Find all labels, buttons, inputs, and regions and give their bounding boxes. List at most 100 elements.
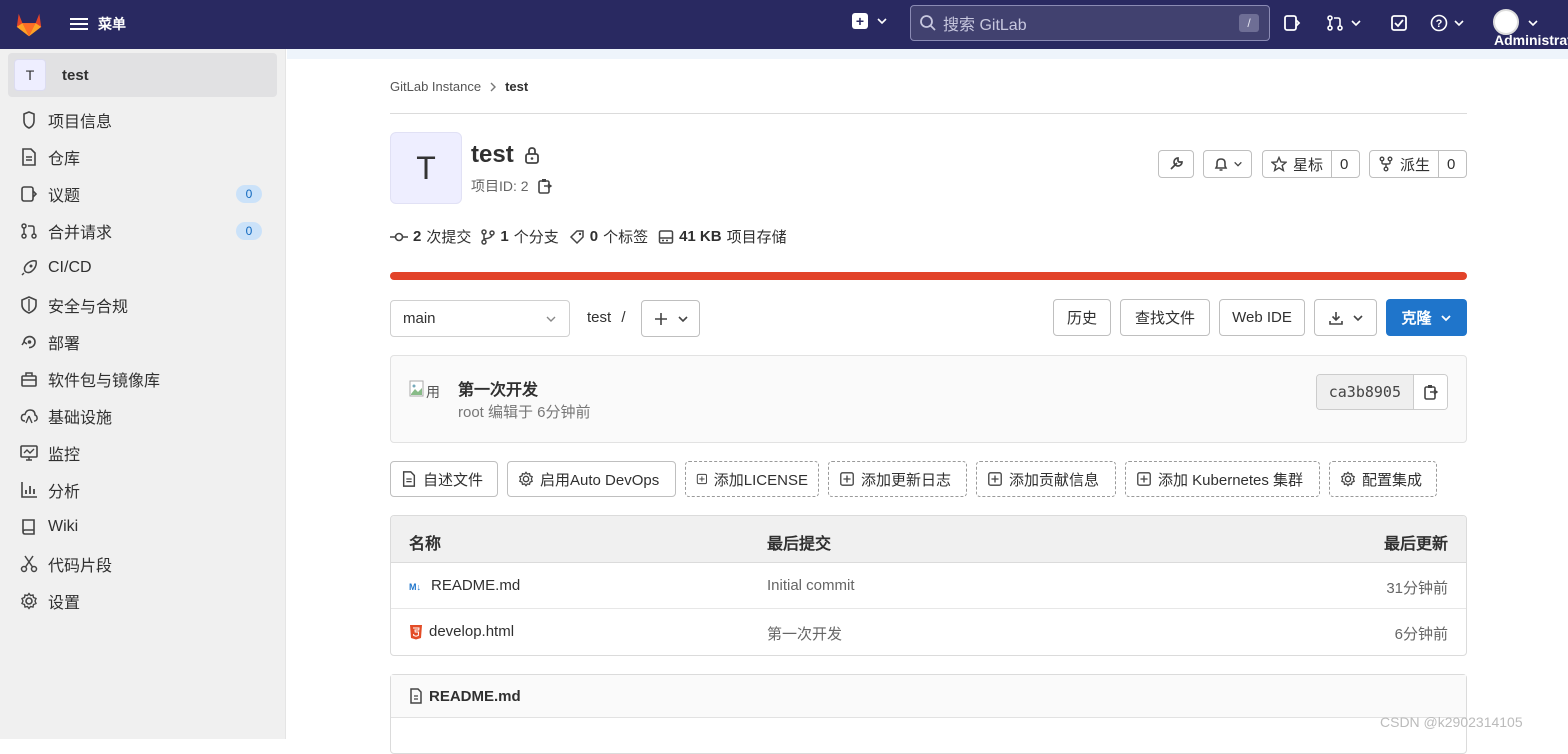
chevron-down-icon bbox=[877, 18, 887, 25]
table-row[interactable]: develop.html 第一次开发 6分钟前 bbox=[391, 609, 1466, 655]
todo-icon[interactable] bbox=[1390, 14, 1408, 32]
sidebar-project-header[interactable]: T test bbox=[8, 53, 277, 97]
commits-stat[interactable]: 2 次提交 bbox=[390, 226, 471, 247]
repo-path-separator: / bbox=[621, 309, 626, 326]
main-menu-button[interactable]: 菜单 bbox=[70, 12, 126, 36]
sidebar-item-label: 软件包与镜像库 bbox=[48, 373, 161, 390]
file-last-commit[interactable]: 第一次开发 bbox=[767, 623, 842, 644]
sidebar-item[interactable]: 议题 0 bbox=[20, 179, 270, 209]
tags-count: 0 bbox=[589, 228, 599, 245]
breadcrumb-root-link[interactable]: GitLab Instance bbox=[390, 79, 481, 94]
add-file-dropdown[interactable] bbox=[641, 300, 700, 337]
star-count[interactable]: 0 bbox=[1331, 151, 1356, 177]
readme-header: README.md bbox=[391, 675, 1466, 718]
sidebar-item[interactable]: 设置 bbox=[20, 586, 270, 616]
readme-title[interactable]: README.md bbox=[429, 688, 521, 705]
quick-action-button[interactable]: 添加LICENSE bbox=[685, 461, 819, 497]
history-button[interactable]: 历史 bbox=[1053, 299, 1111, 336]
file-name-cell[interactable]: develop.html bbox=[409, 623, 514, 640]
project-title: test bbox=[471, 141, 540, 169]
plus-square-icon bbox=[696, 473, 707, 485]
file-last-update: 6分钟前 bbox=[1394, 626, 1448, 643]
search-shortcut-hint: / bbox=[1239, 14, 1259, 32]
package-icon bbox=[21, 372, 37, 387]
branch-icon bbox=[481, 228, 496, 245]
help-dropdown[interactable]: ? bbox=[1430, 14, 1465, 32]
quick-action-button[interactable]: 启用Auto DevOps bbox=[507, 461, 676, 497]
table-row[interactable]: M↓ README.md Initial commit 31分钟前 bbox=[391, 563, 1466, 609]
sidebar-item-label: 代码片段 bbox=[48, 558, 113, 575]
copy-icon[interactable] bbox=[537, 177, 553, 195]
fork-count[interactable]: 0 bbox=[1438, 151, 1463, 177]
sidebar-item[interactable]: 监控 bbox=[20, 438, 270, 468]
deploy-icon bbox=[21, 335, 36, 349]
sidebar-item-label: 部署 bbox=[48, 336, 81, 353]
breadcrumb-current[interactable]: test bbox=[505, 79, 528, 94]
download-dropdown[interactable] bbox=[1314, 299, 1377, 336]
star-button[interactable]: 星标 0 bbox=[1262, 150, 1360, 178]
web-ide-button[interactable]: Web IDE bbox=[1219, 299, 1305, 336]
quick-action-button[interactable]: 配置集成 bbox=[1329, 461, 1437, 497]
file-name[interactable]: develop.html bbox=[429, 623, 514, 640]
tags-stat[interactable]: 0 个标签 bbox=[569, 226, 648, 247]
quick-action-button[interactable]: 添加贡献信息 bbox=[976, 461, 1116, 497]
sidebar-item[interactable]: Wiki bbox=[20, 512, 270, 542]
file-name[interactable]: README.md bbox=[431, 577, 520, 594]
top-banner-strip bbox=[287, 49, 1568, 59]
file-icon bbox=[402, 471, 416, 487]
tag-icon bbox=[569, 229, 584, 244]
fork-button[interactable]: 派生 0 bbox=[1369, 150, 1467, 178]
sidebar-item[interactable]: CI/CD bbox=[20, 253, 270, 283]
notification-dropdown[interactable] bbox=[1203, 150, 1252, 178]
find-file-button[interactable]: 查找文件 bbox=[1120, 299, 1210, 336]
user-name[interactable]: Administrator bbox=[1494, 32, 1568, 48]
chevron-down-icon bbox=[1454, 20, 1464, 27]
commit-title[interactable]: 第一次开发 bbox=[458, 376, 538, 400]
sidebar-item-label: CI/CD bbox=[48, 259, 92, 276]
rocket-icon bbox=[21, 260, 37, 276]
cloud-icon bbox=[20, 409, 38, 424]
settings-wrench-button[interactable] bbox=[1158, 150, 1194, 178]
branches-label: 个分支 bbox=[513, 229, 559, 246]
file-icon bbox=[410, 688, 422, 704]
sidebar-item[interactable]: 合并请求 0 bbox=[20, 216, 270, 246]
merge-requests-shortcut[interactable] bbox=[1326, 14, 1362, 32]
sidebar-item[interactable]: 项目信息 bbox=[20, 105, 270, 135]
sidebar-item[interactable]: 软件包与镜像库 bbox=[20, 364, 270, 394]
file-table-header: 名称 最后提交 最后更新 bbox=[391, 516, 1466, 563]
gear-icon bbox=[21, 592, 37, 610]
issues-icon bbox=[21, 186, 38, 202]
search-input[interactable]: 搜索 GitLab / bbox=[910, 5, 1270, 41]
sidebar-item[interactable]: 仓库 bbox=[20, 142, 270, 172]
chevron-down-icon bbox=[1440, 314, 1451, 321]
commit-sha[interactable]: ca3b8905 bbox=[1316, 375, 1413, 409]
quick-action-label: 自述文件 bbox=[423, 471, 484, 489]
sidebar-item[interactable]: 代码片段 bbox=[20, 549, 270, 579]
file-name-cell[interactable]: M↓ README.md bbox=[409, 577, 520, 594]
quick-action-label: 启用Auto DevOps bbox=[540, 471, 660, 489]
clone-button[interactable]: 克隆 bbox=[1386, 299, 1467, 336]
quick-action-button[interactable]: 添加 Kubernetes 集群 bbox=[1125, 461, 1320, 497]
commit-sha-group: ca3b8905 bbox=[1315, 374, 1448, 410]
branch-selector[interactable]: main bbox=[390, 300, 570, 337]
quick-action-button[interactable]: 自述文件 bbox=[390, 461, 498, 497]
sidebar-item-label: 设置 bbox=[48, 595, 81, 612]
sidebar-item[interactable]: 基础设施 bbox=[20, 401, 270, 431]
sidebar-item[interactable]: 安全与合规 bbox=[20, 290, 270, 320]
storage-stat[interactable]: 41 KB 项目存储 bbox=[658, 226, 787, 247]
commit-meta: root 编辑于 6分钟前 bbox=[458, 404, 591, 421]
copy-sha-button[interactable] bbox=[1413, 375, 1447, 409]
repo-path-root[interactable]: test bbox=[587, 309, 611, 326]
commit-author-avatar[interactable]: 用 bbox=[409, 380, 445, 416]
sidebar-item[interactable]: 部署 bbox=[20, 327, 270, 357]
chevron-down-icon[interactable] bbox=[1527, 17, 1539, 29]
quick-action-button[interactable]: 添加更新日志 bbox=[828, 461, 967, 497]
sidebar-project-avatar: T bbox=[14, 59, 46, 91]
issues-shortcut-icon[interactable] bbox=[1283, 14, 1301, 32]
file-last-commit[interactable]: Initial commit bbox=[767, 577, 855, 594]
new-item-dropdown[interactable]: + bbox=[852, 13, 888, 29]
branches-stat[interactable]: 1 个分支 bbox=[481, 226, 559, 247]
svg-text:?: ? bbox=[1436, 18, 1443, 30]
sidebar-item[interactable]: 分析 bbox=[20, 475, 270, 505]
gitlab-logo-icon[interactable] bbox=[14, 9, 44, 39]
